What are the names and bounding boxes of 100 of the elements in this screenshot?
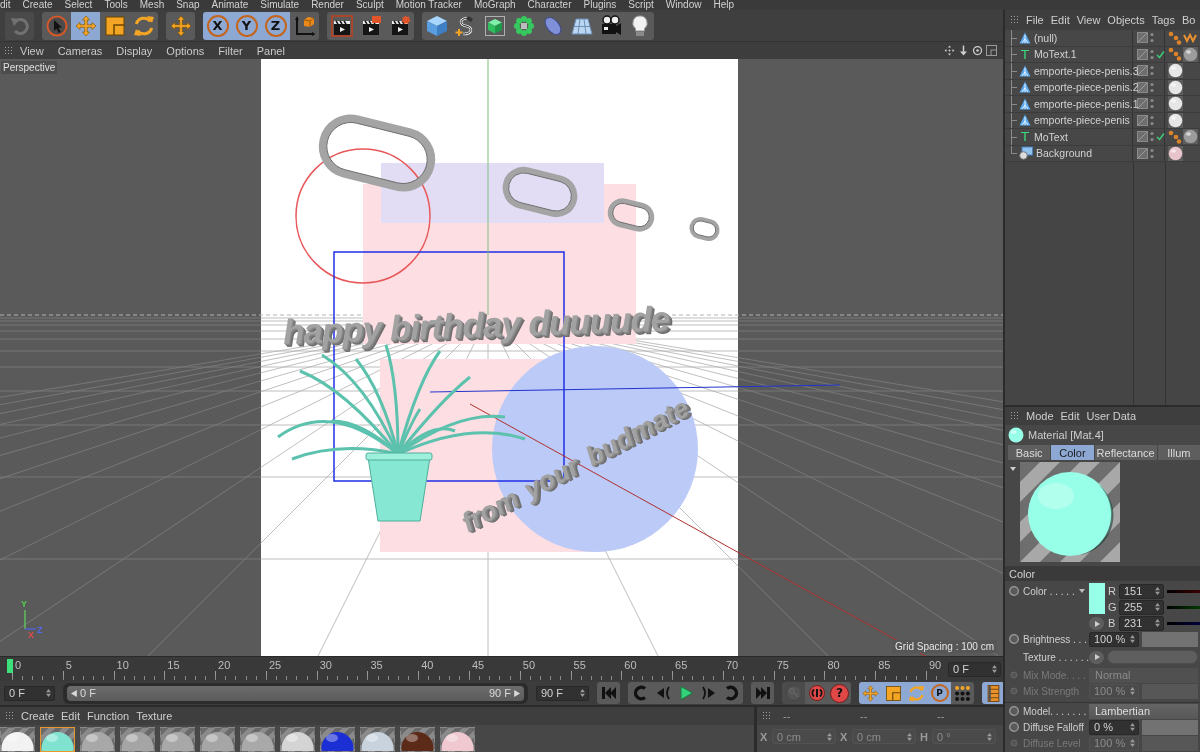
- menu-item[interactable]: View: [13, 44, 51, 57]
- channel-slider-track[interactable]: [1167, 621, 1200, 625]
- record-button[interactable]: [805, 682, 828, 704]
- menu-item[interactable]: Create: [16, 0, 59, 10]
- dots-tag-icon[interactable]: [1168, 129, 1182, 144]
- tab[interactable]: Basic: [1008, 445, 1051, 460]
- object-name[interactable]: Background: [1036, 147, 1093, 160]
- menu-item[interactable]: Panel: [249, 44, 292, 57]
- layer-square-icon[interactable]: [1137, 131, 1148, 143]
- spinner-icon[interactable]: [1130, 723, 1135, 731]
- object-name[interactable]: emporte-piece-penis.2: [1034, 81, 1139, 94]
- move-button[interactable]: [166, 11, 195, 40]
- spinner-icon[interactable]: [1155, 587, 1160, 595]
- material-swatch[interactable]: [80, 727, 115, 752]
- material-swatch[interactable]: [120, 727, 155, 752]
- dots-tag-icon[interactable]: [1168, 30, 1182, 45]
- material-swatch[interactable]: [280, 727, 315, 752]
- channel-slider-track[interactable]: [1167, 589, 1200, 593]
- visibility-dots-icon[interactable]: [1150, 81, 1154, 93]
- menu-item[interactable]: Mesh: [133, 0, 171, 10]
- spinner-icon[interactable]: [1130, 739, 1135, 747]
- visibility-dots-icon[interactable]: [1150, 98, 1154, 110]
- maximize-icon[interactable]: [986, 45, 997, 56]
- menu-item[interactable]: Edit: [61, 710, 80, 722]
- texture-menu-button[interactable]: [1089, 650, 1104, 664]
- caret-icon[interactable]: [1078, 588, 1085, 594]
- object-row[interactable]: emporte-piece-penis.1: [1005, 96, 1200, 113]
- channel-field[interactable]: 255: [1119, 599, 1164, 615]
- visibility-dots-icon[interactable]: [1150, 48, 1154, 60]
- menu-item[interactable]: File: [1026, 14, 1044, 26]
- caret-icon[interactable]: [1010, 466, 1016, 472]
- check-icon[interactable]: [1156, 49, 1165, 59]
- menu-item[interactable]: Help: [707, 0, 740, 10]
- menu-item[interactable]: Simulate: [254, 0, 306, 10]
- material-swatch[interactable]: [0, 727, 35, 752]
- object-name[interactable]: MoText: [1034, 130, 1068, 143]
- menu-item[interactable]: Create: [21, 710, 55, 722]
- material-swatch[interactable]: [360, 727, 395, 752]
- menu-item[interactable]: Script: [622, 0, 660, 10]
- scale-button[interactable]: [100, 11, 129, 40]
- material-swatch[interactable]: [240, 727, 275, 752]
- menu-item[interactable]: Motion Tracker: [389, 0, 468, 10]
- auto-button[interactable]: ?: [828, 682, 851, 704]
- menu-item[interactable]: Sculpt: [349, 0, 390, 10]
- layer-square-icon[interactable]: [1137, 81, 1148, 93]
- layer-square-icon[interactable]: [1137, 98, 1148, 110]
- menu-item[interactable]: Filter: [211, 44, 250, 57]
- object-name[interactable]: emporte-piece-penis: [1034, 114, 1130, 127]
- spinner-icon[interactable]: [580, 689, 585, 697]
- last-button[interactable]: [751, 682, 774, 704]
- channel-slider-track[interactable]: [1167, 605, 1200, 609]
- render-view-button[interactable]: [327, 11, 356, 40]
- prev-key-button[interactable]: [628, 682, 651, 704]
- slider-track[interactable]: [1142, 735, 1198, 751]
- material-swatch[interactable]: [40, 727, 75, 752]
- spinner-icon[interactable]: [992, 665, 997, 673]
- number-field[interactable]: 0 %: [1089, 719, 1139, 735]
- menu-item[interactable]: dit: [0, 0, 17, 10]
- object-row[interactable]: emporte-piece-penis.3: [1005, 63, 1200, 80]
- menu-item[interactable]: View: [1076, 14, 1101, 26]
- menu-item[interactable]: Tools: [98, 0, 134, 10]
- channel-field[interactable]: 231: [1119, 615, 1164, 631]
- menu-item[interactable]: Function: [87, 710, 130, 722]
- visibility-dots-icon[interactable]: [1150, 147, 1154, 159]
- material-swatch[interactable]: [440, 727, 475, 752]
- material-swatch[interactable]: [200, 727, 235, 752]
- material-tag-icon[interactable]: [1183, 129, 1198, 145]
- menu-item[interactable]: Tags: [1151, 14, 1175, 26]
- menu-item[interactable]: Cameras: [50, 44, 110, 57]
- slider-track[interactable]: [1142, 631, 1198, 647]
- layer-square-icon[interactable]: [1137, 48, 1148, 60]
- start-frame-field[interactable]: 0 F: [4, 685, 55, 701]
- param-channel-button[interactable]: P: [928, 682, 951, 704]
- menu-item[interactable]: Render: [305, 0, 350, 10]
- menu-item[interactable]: Display: [109, 44, 160, 57]
- layer-square-icon[interactable]: [1137, 32, 1148, 44]
- dots-tag-icon[interactable]: [1168, 47, 1182, 62]
- axis-lock-button[interactable]: X: [203, 11, 232, 40]
- material-swatch[interactable]: [400, 727, 435, 752]
- tab[interactable]: Illum: [1157, 445, 1200, 460]
- move-button[interactable]: [71, 11, 100, 40]
- timeline-button[interactable]: [982, 682, 1005, 704]
- render-settings-button[interactable]: [385, 11, 414, 40]
- light-button[interactable]: [625, 11, 654, 40]
- rotate-button[interactable]: [129, 11, 158, 40]
- spinner-icon[interactable]: [1130, 687, 1135, 695]
- dolly-icon[interactable]: [958, 45, 969, 56]
- timeline-ruler[interactable]: 0 5 10 15 20 25 30 35 40 45 50 55 60 65 70 75 80 85 90: [4, 658, 944, 680]
- object-name[interactable]: MoText.1: [1034, 48, 1077, 61]
- menu-item[interactable]: MoGraph: [467, 0, 522, 10]
- check-icon[interactable]: [1156, 132, 1165, 142]
- material-swatch[interactable]: [160, 727, 195, 752]
- tab[interactable]: Reflectance: [1094, 445, 1157, 460]
- coordinates-button[interactable]: [290, 11, 319, 40]
- material-swatch[interactable]: [320, 727, 355, 752]
- channel-field[interactable]: 151: [1119, 583, 1164, 599]
- color-menu-button[interactable]: [1089, 617, 1104, 630]
- color-swatch[interactable]: [1089, 583, 1105, 614]
- menu-item[interactable]: Bo: [1181, 14, 1196, 26]
- spinner-icon[interactable]: [1155, 603, 1160, 611]
